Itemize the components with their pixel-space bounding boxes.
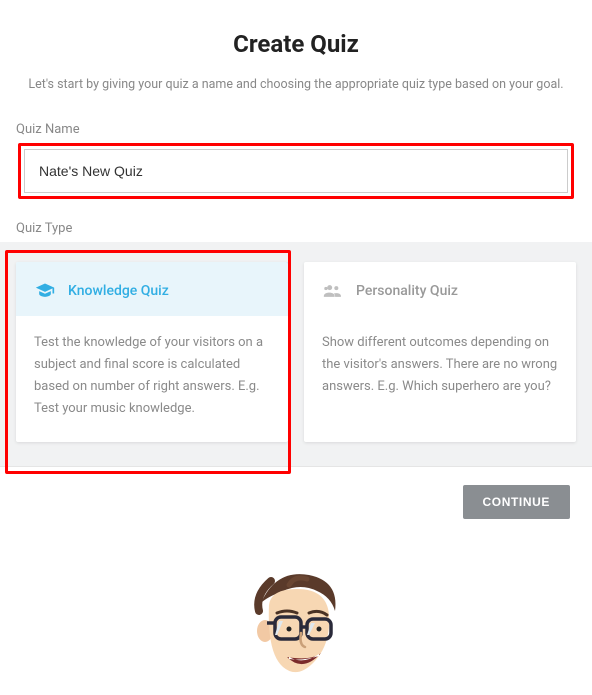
people-icon bbox=[322, 280, 344, 302]
quiz-name-label: Quiz Name bbox=[16, 122, 576, 137]
card-title: Personality Quiz bbox=[356, 283, 458, 299]
card-description: Test the knowledge of your visitors on a… bbox=[16, 316, 288, 442]
page-subtitle: Let's start by giving your quiz a name a… bbox=[16, 76, 576, 94]
quiz-type-card-knowledge[interactable]: Knowledge Quiz Test the knowledge of you… bbox=[16, 262, 288, 442]
card-description: Show different outcomes depending on the… bbox=[304, 316, 576, 420]
quiz-type-area: Knowledge Quiz Test the knowledge of you… bbox=[0, 242, 592, 466]
continue-button[interactable]: CONTINUE bbox=[463, 485, 570, 519]
card-title: Knowledge Quiz bbox=[68, 283, 169, 299]
quiz-name-highlight bbox=[18, 143, 574, 199]
graduation-cap-icon bbox=[34, 280, 56, 302]
quiz-type-card-personality[interactable]: Personality Quiz Show different outcomes… bbox=[304, 262, 576, 442]
quiz-name-input[interactable] bbox=[24, 149, 568, 193]
quiz-type-label: Quiz Type bbox=[16, 221, 576, 236]
page-title: Create Quiz bbox=[16, 30, 576, 58]
avatar bbox=[231, 561, 361, 691]
